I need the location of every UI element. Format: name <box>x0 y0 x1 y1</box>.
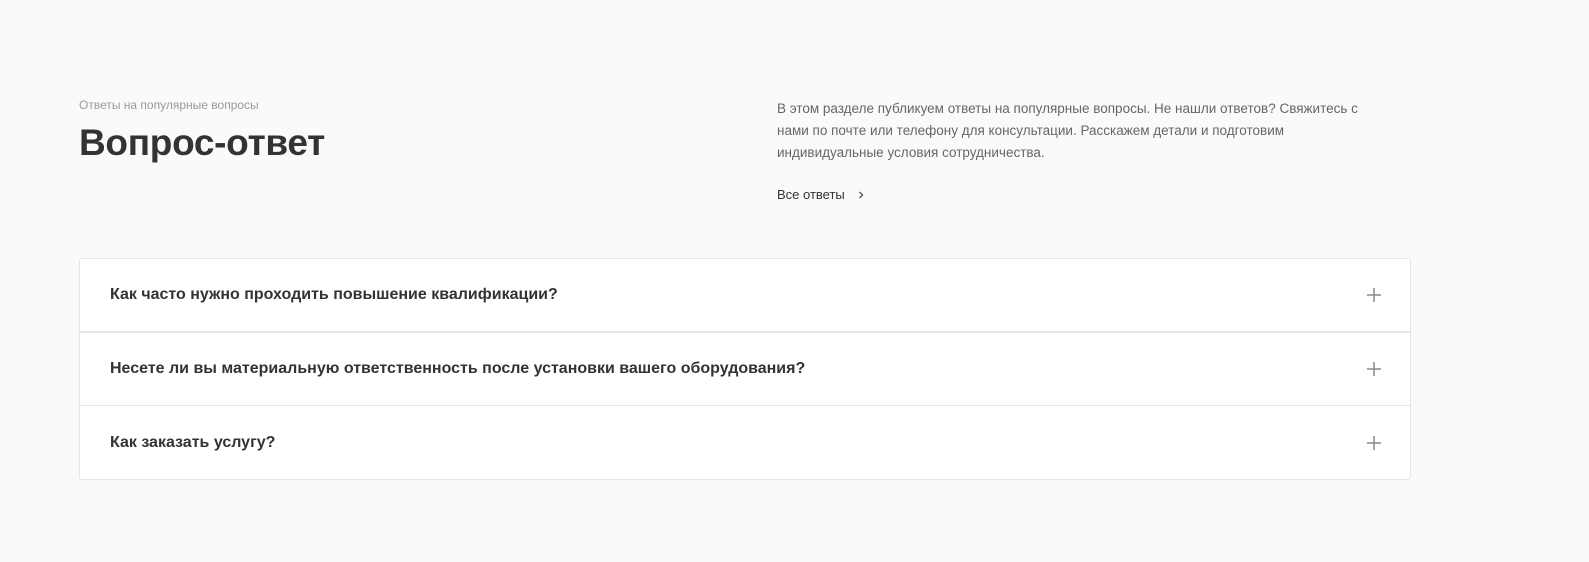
faq-question: Как заказать услугу? <box>110 433 276 451</box>
faq-list: Как часто нужно проходить повышение квал… <box>79 258 1411 480</box>
faq-item[interactable]: Как часто нужно проходить повышение квал… <box>80 259 1410 333</box>
plus-icon[interactable] <box>1366 435 1382 451</box>
section-subtitle: Ответы на популярные вопросы <box>79 98 259 112</box>
all-answers-link[interactable]: Все ответы <box>777 187 867 202</box>
chevron-right-icon <box>858 191 864 198</box>
all-answers-label: Все ответы <box>777 187 845 202</box>
faq-item[interactable]: Несете ли вы материальную ответственност… <box>80 333 1410 406</box>
plus-icon[interactable] <box>1366 361 1382 377</box>
faq-item[interactable]: Как заказать услугу? <box>80 406 1410 479</box>
plus-icon[interactable] <box>1366 287 1382 303</box>
page-title: Вопрос-ответ <box>79 122 325 163</box>
faq-question: Как часто нужно проходить повышение квал… <box>110 286 558 303</box>
faq-question: Несете ли вы материальную ответственност… <box>110 360 806 377</box>
intro-text: В этом разделе публикуем ответы на попул… <box>777 101 1358 160</box>
